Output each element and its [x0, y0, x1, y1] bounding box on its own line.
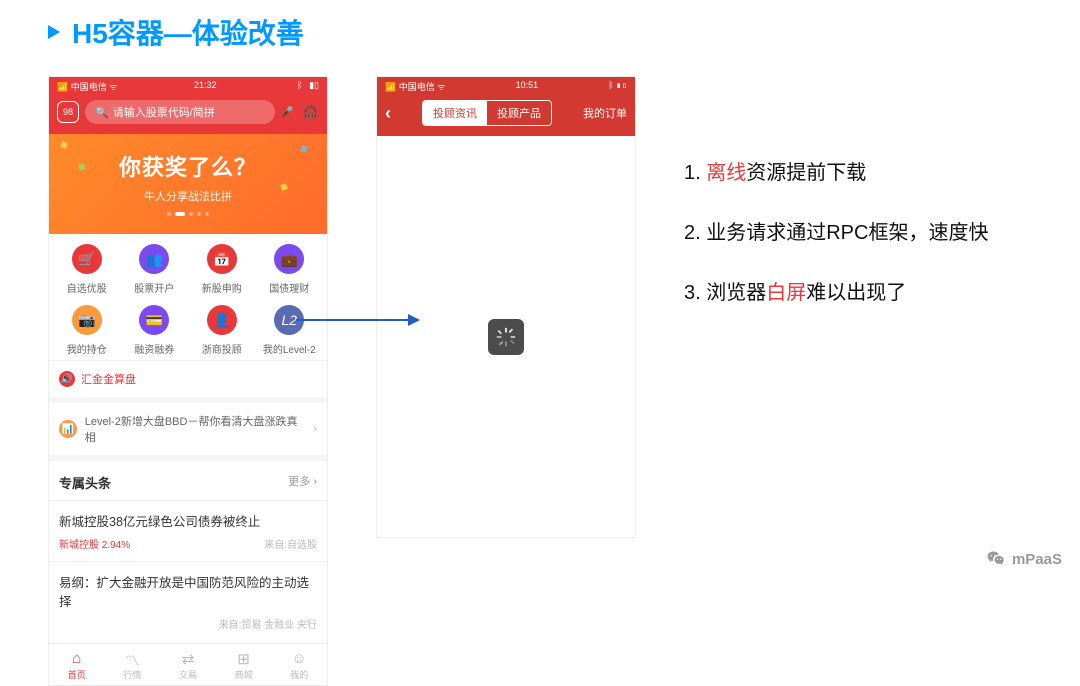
segment-selected[interactable]: 投顾资讯 — [423, 101, 487, 125]
status-bar: 📶 中国电信 ᯤ 10:51 ᛒ ▮▯ — [377, 77, 635, 94]
grid-item[interactable]: 👤浙商投顾 — [188, 305, 256, 356]
lv2-icon: 📊 — [59, 420, 77, 438]
tab-market[interactable]: 〽行情 — [105, 644, 161, 685]
grid-item[interactable]: 📅新股申购 — [188, 244, 256, 295]
carrier-text: 📶 中国电信 ᯤ — [57, 80, 117, 93]
slide-title: H5容器—体验改善 — [72, 12, 304, 52]
loading-spinner — [488, 319, 524, 355]
battery-icon: ▮▯ — [309, 80, 319, 90]
bluetooth-icon: ᛒ — [297, 80, 302, 90]
search-bar-row: 98 🔍 请输入股票代码/简拼 🎤 🎧 — [49, 94, 327, 134]
search-input[interactable]: 🔍 请输入股票代码/简拼 — [85, 100, 275, 124]
speaker-icon: 🔊 — [59, 371, 75, 387]
status-time: 21:32 — [194, 80, 217, 93]
back-icon[interactable]: ‹ — [385, 103, 391, 124]
status-time: 10:51 — [516, 80, 539, 93]
banner-dots — [53, 212, 323, 216]
phone-screenshot-left: 📶 中国电信 ᯤ 21:32 ᛒ ▮▯ 98 🔍 请输入股票代码/简拼 🎤 🎧 — [48, 76, 328, 686]
tab-bar: ⌂首页 〽行情 ⇄交易 ⊞商城 ☺我的 — [49, 643, 327, 685]
grid-item[interactable]: 💼国债理财 — [256, 244, 324, 295]
bullet-item: 1. 离线资源提前下载 — [684, 156, 1004, 190]
headlines-header: 专属头条更多 › — [49, 455, 327, 500]
watermark: mPaaS — [986, 549, 1062, 569]
tab-trade[interactable]: ⇄交易 — [160, 644, 216, 685]
banner-title: 你获奖了么？ — [53, 150, 323, 182]
status-bar: 📶 中国电信 ᯤ 21:32 ᛒ ▮▯ — [49, 77, 327, 94]
news-item[interactable]: 新城控股38亿元绿色公司债券被终止 新城控股 2.94%来自:自选股 — [49, 500, 327, 561]
info-row[interactable]: 📊Level-2新增大盘BBD－帮你看清大盘涨跌真相› — [49, 397, 327, 455]
grid-item[interactable]: 👥股票开户 — [121, 244, 189, 295]
badge-98[interactable]: 98 — [57, 101, 79, 123]
tab-home[interactable]: ⌂首页 — [49, 644, 105, 685]
banner[interactable]: 你获奖了么？ 牛人分享战法比拼 — [49, 134, 327, 234]
search-placeholder: 请输入股票代码/简拼 — [113, 104, 215, 120]
bullet-list: 1. 离线资源提前下载 2. 业务请求通过RPC框架，速度快 3. 浏览器白屏难… — [684, 156, 1004, 336]
status-right: ᛒ ▮▯ — [608, 80, 627, 93]
my-orders-link[interactable]: 我的订单 — [583, 105, 627, 121]
tab-mall[interactable]: ⊞商城 — [216, 644, 272, 685]
arrow-icon — [296, 310, 420, 330]
news-item[interactable]: 易纲：扩大金融开放是中国防范风险的主动选择 来自:贸易 金融业 央行 — [49, 561, 327, 641]
grid-item[interactable]: 💳融资融券 — [121, 305, 189, 356]
status-right: ᛒ ▮▯ — [293, 80, 319, 93]
watermark-text: mPaaS — [1012, 551, 1062, 568]
title-arrow-icon — [48, 25, 60, 39]
bullet-item: 2. 业务请求通过RPC框架，速度快 — [684, 216, 1004, 250]
chevron-right-icon: › — [313, 423, 317, 435]
feature-grid: 🛒自选优股 👥股票开户 📅新股申购 💼国债理财 📷我的持仓 💳融资融券 👤浙商投… — [49, 234, 327, 360]
segment-control[interactable]: 投顾资讯 投顾产品 — [422, 100, 552, 126]
phone-screenshot-right: 📶 中国电信 ᯤ 10:51 ᛒ ▮▯ ‹ 投顾资讯 投顾产品 我的订单 — [376, 76, 636, 538]
slide-title-row: H5容器—体验改善 — [48, 12, 1032, 52]
bullet-item: 3. 浏览器白屏难以出现了 — [684, 276, 1004, 310]
banner-sub: 牛人分享战法比拼 — [53, 188, 323, 204]
nav-bar: ‹ 投顾资讯 投顾产品 我的订单 — [377, 94, 635, 136]
tab-me[interactable]: ☺我的 — [271, 644, 327, 685]
grid-item[interactable]: 📷我的持仓 — [53, 305, 121, 356]
bluetooth-icon: ᛒ — [608, 80, 613, 90]
grid-item[interactable]: 🛒自选优股 — [53, 244, 121, 295]
carrier-text: 📶 中国电信 ᯤ — [385, 80, 445, 93]
headset-icon[interactable]: 🎧 — [303, 105, 319, 119]
battery-icon: ▮▯ — [616, 80, 627, 90]
segment-unselected[interactable]: 投顾产品 — [487, 101, 551, 125]
announcement-row[interactable]: 🔊汇金金算盘 — [49, 360, 327, 397]
search-icon: 🔍 — [95, 106, 109, 119]
more-link[interactable]: 更多 › — [288, 473, 317, 492]
mic-icon[interactable]: 🎤 — [281, 107, 297, 118]
